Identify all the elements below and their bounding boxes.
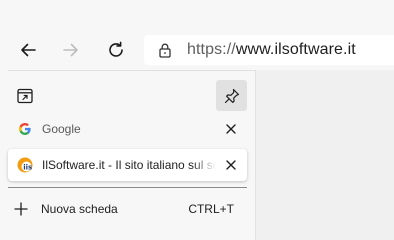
tab-google[interactable]: Google [8,113,247,145]
pin-tabs-pane-button[interactable] [216,80,247,111]
vertical-tabs-panel: Google iis IlSoftware.it - Il sito itali… [8,70,256,240]
svg-text:iis: iis [23,164,32,172]
page-content-area[interactable] [256,70,394,240]
ilsoftware-favicon: iis [17,157,33,173]
lock-icon [159,43,171,58]
site-info-button[interactable] [154,39,176,61]
close-icon[interactable] [224,122,238,136]
refresh-button[interactable] [102,36,130,64]
refresh-icon [109,41,123,57]
url-text[interactable]: https://www.ilsoftware.it [187,41,356,59]
pin-icon [224,88,239,103]
url-host: www.ilsoftware.it [235,41,356,58]
tabs-divider [8,187,247,188]
browser-window: https://www.ilsoftware.it Google iis IlS… [0,0,394,240]
forward-button[interactable] [57,36,85,64]
tab-actions-menu-icon[interactable] [16,87,34,105]
address-bar[interactable]: https://www.ilsoftware.it [144,35,394,65]
url-scheme: https:// [187,41,236,58]
new-tab-shortcut: CTRL+T [188,202,234,216]
close-icon[interactable] [224,158,238,172]
new-tab-label: Nuova scheda [41,202,118,216]
arrow-left-icon [21,43,36,57]
tab-title: IlSoftware.it - Il sito italiano sul so [42,158,216,172]
tab-title: Google [42,122,81,136]
google-g-icon [17,121,33,137]
arrow-right-icon [63,43,78,57]
new-tab-button[interactable]: Nuova scheda CTRL+T [8,197,247,221]
navigation-toolbar: https://www.ilsoftware.it [0,30,394,70]
plus-icon [14,202,28,216]
back-button[interactable] [14,36,42,64]
tab-ilsoftware[interactable]: iis IlSoftware.it - Il sito italiano sul… [8,149,247,181]
